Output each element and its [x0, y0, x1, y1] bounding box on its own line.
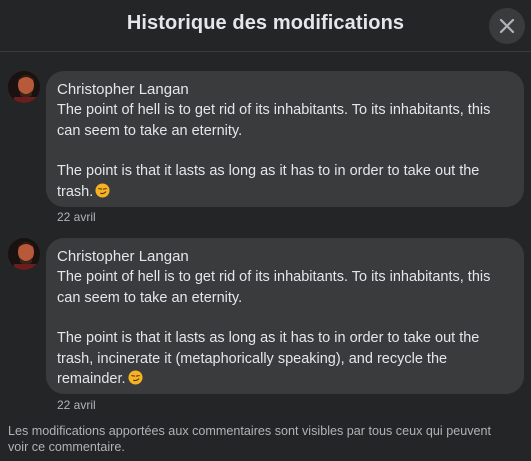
edit-date: 22 avril — [57, 398, 96, 412]
visibility-note: Les modifications apportées aux commenta… — [8, 424, 492, 454]
comment-text: The point of hell is to get rid of its i… — [57, 100, 512, 202]
edit-date: 22 avril — [57, 210, 96, 224]
comment-paragraph: The point is that it lasts as long as it… — [57, 161, 512, 202]
dialog-title: Historique des modifications — [126, 12, 405, 34]
avatar[interactable] — [8, 238, 40, 270]
comment-paragraph-text: The point is that it lasts as long as it… — [57, 163, 480, 200]
avatar-image — [8, 71, 40, 103]
author-name[interactable]: Christopher Langan — [57, 80, 512, 100]
avatar-image — [8, 238, 40, 270]
edit-history-dialog: Historique des modifications Christopher… — [0, 0, 531, 461]
close-icon — [499, 18, 515, 34]
comment-text: The point of hell is to get rid of its i… — [57, 267, 512, 390]
dialog-header: Historique des modifications — [0, 0, 531, 52]
comment-paragraph-text: The point is that it lasts as long as it… — [57, 330, 480, 387]
comment-paragraph: The point is that it lasts as long as it… — [57, 328, 512, 390]
comment-bubble: Christopher Langan The point of hell is … — [46, 71, 524, 207]
comment-paragraph: The point of hell is to get rid of its i… — [57, 269, 491, 306]
close-button[interactable] — [489, 8, 525, 44]
avatar[interactable] — [8, 71, 40, 103]
smirk-emoji-icon — [127, 370, 143, 385]
comment-paragraph: The point of hell is to get rid of its i… — [57, 102, 491, 139]
smirk-emoji-icon — [95, 182, 110, 198]
author-name[interactable]: Christopher Langan — [57, 247, 512, 267]
comment-bubble: Christopher Langan The point of hell is … — [46, 238, 524, 394]
